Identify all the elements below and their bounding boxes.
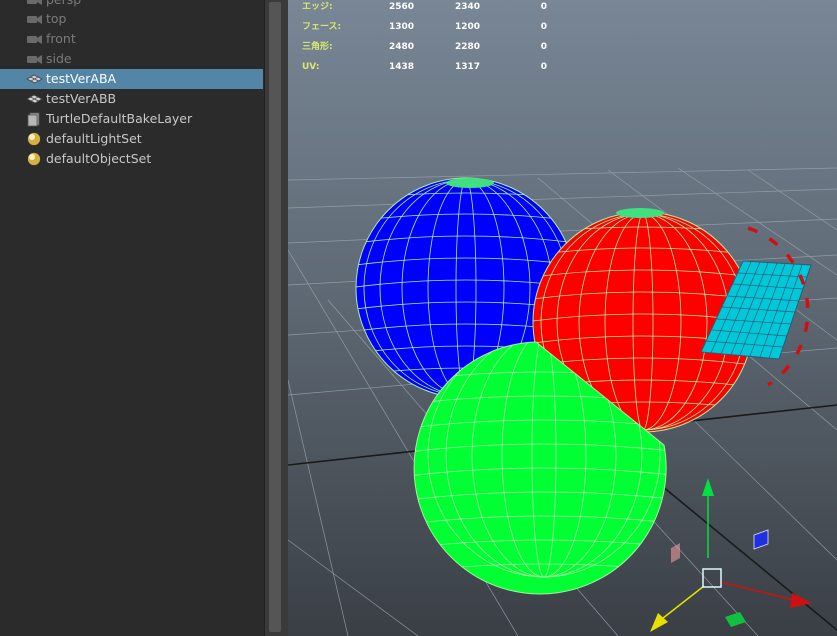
outliner-item-label: testVerABB — [46, 91, 117, 106]
move-manipulator[interactable] — [650, 478, 812, 632]
hud-value: 0 — [540, 22, 547, 32]
hud-value: 1438 — [388, 62, 414, 72]
outliner-item-front[interactable]: front — [0, 29, 263, 49]
camera-icon — [26, 51, 43, 67]
hud-value: 0 — [540, 62, 547, 72]
outliner-item-default-light-set[interactable]: defaultLightSet — [0, 129, 263, 149]
outliner-item-side[interactable]: side — [0, 49, 263, 69]
viewport-scene — [288, 167, 837, 636]
outliner-item-label: front — [46, 31, 76, 46]
mesh-transform-icon — [26, 71, 43, 87]
hud-label-faces: フェース: — [302, 22, 342, 32]
outliner-item-label: defaultObjectSet — [46, 151, 152, 166]
outliner-item-label: testVerABA — [46, 71, 117, 86]
hud-value: 1200 — [454, 22, 480, 32]
hud-value: 2340 — [454, 2, 480, 12]
camera-icon — [26, 11, 43, 27]
hud-label-uvs: UV: — [302, 62, 320, 72]
outliner-panel: persp top front side testVerABA testVerA… — [0, 0, 264, 636]
hud-value: 0 — [540, 2, 547, 12]
scrollbar-thumb[interactable] — [269, 2, 281, 632]
set-icon — [26, 131, 43, 147]
camera-icon — [26, 31, 43, 47]
camera-icon — [26, 0, 43, 8]
viewport-3d[interactable]: エッジ: 2560 2340 0 フェース: 1300 1200 0 三角形: … — [288, 0, 837, 636]
outliner-item-label: persp — [46, 0, 81, 8]
hud-value: 2480 — [388, 42, 414, 52]
hud-value: 1317 — [454, 62, 480, 72]
hud-label-edges: エッジ: — [302, 2, 333, 12]
bake-layer-icon — [26, 111, 43, 127]
outliner-item-label: TurtleDefaultBakeLayer — [46, 111, 193, 126]
hud-value: 2560 — [388, 2, 414, 12]
mesh-transform-icon — [26, 91, 43, 107]
outliner-item-testverABA[interactable]: testVerABA — [0, 69, 263, 89]
set-icon — [26, 151, 43, 167]
outliner-item-default-object-set[interactable]: defaultObjectSet — [0, 149, 263, 169]
hud-value: 0 — [540, 42, 547, 52]
outliner-item-turtle-bake-layer[interactable]: TurtleDefaultBakeLayer — [0, 109, 263, 129]
hud-value: 1300 — [388, 22, 414, 32]
hud-label-triangles: 三角形: — [302, 42, 333, 52]
hud-value: 2280 — [454, 42, 480, 52]
outliner-item-label: top — [46, 11, 67, 26]
outliner-item-label: side — [46, 51, 72, 66]
outliner-item-testverABB[interactable]: testVerABB — [0, 89, 263, 109]
outliner-item-top[interactable]: top — [0, 9, 263, 29]
outliner-item-label: defaultLightSet — [46, 131, 142, 146]
outliner-scrollbar[interactable] — [264, 0, 288, 636]
